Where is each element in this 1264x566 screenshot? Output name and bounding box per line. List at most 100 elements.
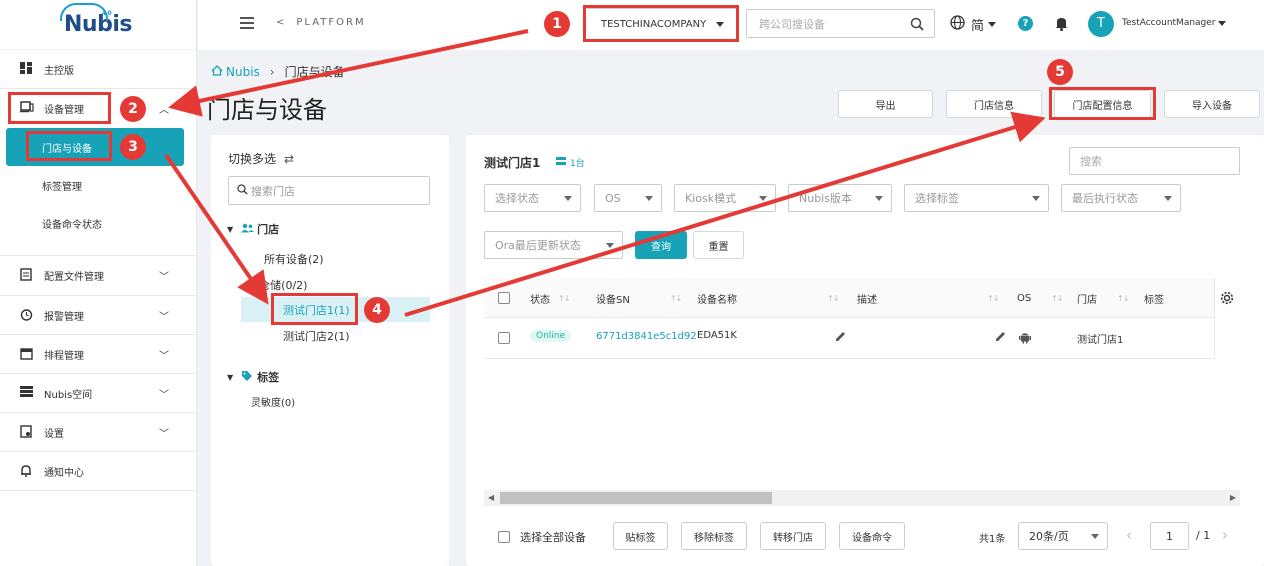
col-desc[interactable]: 描述 ↑↓: [857, 278, 999, 318]
export-button[interactable]: 导出: [838, 90, 933, 118]
dashboard-icon: [20, 62, 34, 76]
tree-warehouse-label: 仓储(0/2): [259, 279, 308, 292]
tree-stores-label: 门店: [257, 223, 280, 236]
device-search-input[interactable]: 搜索: [1069, 147, 1240, 175]
tree-stores-root[interactable]: ▼ 门店: [227, 221, 279, 237]
query-button[interactable]: 查询: [635, 231, 687, 259]
sidebar-item-schedule[interactable]: 排程管理 ﹀: [0, 335, 197, 373]
col-label: 状态: [530, 294, 550, 306]
nubis-version-filter[interactable]: Nubis版本: [788, 184, 892, 212]
reset-button[interactable]: 重置: [693, 231, 744, 259]
move-store-button[interactable]: 转移门店: [760, 522, 826, 550]
chevron-down-icon: ﹀: [159, 390, 169, 401]
col-os[interactable]: OS ↑↓: [1017, 278, 1064, 318]
tree-all-devices[interactable]: 所有设备(2): [264, 251, 324, 267]
scrollbar-thumb[interactable]: [500, 492, 772, 504]
chevron-down-icon: ﹀: [159, 429, 169, 440]
hamburger-menu-icon[interactable]: [240, 17, 254, 29]
caret-down-icon: ▼: [227, 224, 234, 234]
kiosk-filter[interactable]: Kiosk模式: [674, 184, 776, 212]
col-tags[interactable]: 标签: [1144, 278, 1164, 318]
device-command-button[interactable]: 设备命令: [839, 522, 905, 550]
horizontal-scrollbar[interactable]: ◀ ▶: [484, 490, 1240, 506]
tag-button[interactable]: 贴标签: [613, 522, 668, 550]
sidebar-item-dashboard[interactable]: 主控版: [0, 50, 197, 88]
column-settings-icon[interactable]: [1220, 278, 1234, 318]
edit-name-icon[interactable]: [835, 331, 846, 345]
scroll-right-icon[interactable]: ▶: [1230, 493, 1236, 502]
caret-down-icon[interactable]: [1218, 21, 1226, 26]
remove-tag-button[interactable]: 移除标签: [681, 522, 747, 550]
device-count: 1台: [556, 156, 585, 169]
sidebar-item-settings[interactable]: 设置 ﹀: [0, 413, 197, 451]
nubis-logo[interactable]: Nubis 4.0: [0, 0, 196, 50]
user-name[interactable]: TestAccountManager: [1122, 18, 1216, 28]
status-badge: Online: [530, 330, 572, 342]
page-input[interactable]: 1: [1150, 522, 1189, 550]
avatar[interactable]: T: [1088, 11, 1114, 37]
edit-description-icon[interactable]: [995, 331, 1006, 345]
storage-icon: [20, 386, 34, 400]
sidebar-item-alarm[interactable]: 报警管理 ﹀: [0, 296, 197, 334]
chevron-right-icon: ›: [269, 64, 275, 79]
store-tree-panel: 切换多选 ⇄ 搜索门店 ▼ 门店 所有设备(2) ▼ 仓储(0/2) 测试门店1(1…: [211, 135, 449, 566]
search-placeholder: 搜索门店: [251, 184, 295, 198]
annotation-box-device-mgmt: [8, 92, 111, 124]
help-icon[interactable]: ?: [1018, 16, 1033, 31]
tree-store-2[interactable]: 测试门店2(1): [283, 328, 350, 344]
col-label: 描述: [857, 294, 877, 306]
select-all-devices[interactable]: 选择全部设备: [498, 529, 586, 545]
col-status[interactable]: 状态 ↑↓: [530, 278, 570, 318]
sidebar-item-notifications[interactable]: 通知中心: [0, 452, 197, 490]
filter-label: 选择标签: [915, 192, 959, 205]
breadcrumb-home[interactable]: Nubis: [226, 65, 260, 79]
prev-page-icon[interactable]: ‹: [1126, 526, 1132, 544]
tree-tag-sensitivity[interactable]: 灵敏度(0): [251, 394, 295, 409]
tree-warehouse[interactable]: ▼ 仓储(0/2): [247, 277, 307, 293]
home-icon[interactable]: [211, 64, 223, 79]
filter-label: Ora最后更新状态: [495, 239, 581, 252]
ora-status-filter[interactable]: Ora最后更新状态: [484, 231, 623, 259]
select-all-checkbox[interactable]: [498, 278, 510, 318]
sidebar-subitem-command-status[interactable]: 设备命令状态: [0, 204, 197, 242]
platform-nav[interactable]: < PLATFORM: [276, 17, 366, 28]
store-title: 测试门店1: [484, 156, 541, 170]
next-page-icon[interactable]: ›: [1222, 526, 1228, 544]
sidebar-item-config-files[interactable]: 配置文件管理 ﹀: [0, 256, 197, 294]
breadcrumb-current: 门店与设备: [284, 65, 345, 79]
sidebar-item-label: 设置: [44, 428, 64, 440]
breadcrumb: Nubis › 门店与设备: [211, 63, 345, 80]
cross-company-search-input[interactable]: 跨公司搜设备: [746, 9, 935, 38]
store-search-input[interactable]: 搜索门店: [228, 176, 430, 205]
status-filter[interactable]: 选择状态: [484, 184, 581, 212]
sidebar-item-nubis-space[interactable]: Nubis空间 ﹀: [0, 374, 197, 412]
bell-icon[interactable]: [1055, 16, 1068, 34]
language-select[interactable]: 简: [950, 15, 997, 34]
android-icon: [1018, 330, 1032, 347]
caret-down-icon: [1164, 196, 1172, 201]
scroll-left-icon[interactable]: ◀: [488, 493, 494, 502]
row-checkbox[interactable]: [498, 332, 510, 347]
tree-tags-root[interactable]: ▼ 标签: [227, 369, 279, 385]
col-label: 门店: [1077, 294, 1097, 306]
chevron-down-icon: ﹀: [159, 351, 169, 362]
device-store: 测试门店1: [1077, 335, 1124, 346]
device-name: EDA51K: [697, 330, 737, 341]
device-count-value: 1台: [570, 159, 585, 169]
store-info-button[interactable]: 门店信息: [946, 90, 1042, 118]
sort-icon: ↑↓: [987, 293, 999, 303]
page-size-select[interactable]: 20条/页: [1018, 522, 1108, 550]
col-name[interactable]: 设备名称 ↑↓: [697, 278, 839, 318]
import-devices-button[interactable]: 导入设备: [1164, 90, 1260, 118]
col-store[interactable]: 门店 ↑↓: [1077, 278, 1129, 318]
page-total: / 1: [1196, 529, 1211, 542]
tag-filter[interactable]: 选择标签: [904, 184, 1049, 212]
col-label: 标签: [1144, 294, 1164, 306]
col-sn[interactable]: 设备SN ↑↓: [596, 278, 682, 318]
device-sn-link[interactable]: 6771d3841e5c1d92: [596, 331, 697, 342]
toggle-multiselect[interactable]: 切换多选 ⇄: [228, 150, 294, 167]
os-filter[interactable]: OS: [594, 184, 662, 212]
last-exec-status-filter[interactable]: 最后执行状态: [1061, 184, 1181, 212]
sidebar-subitem-tags[interactable]: 标签管理: [0, 166, 197, 204]
sort-icon: ↑↓: [558, 293, 570, 303]
